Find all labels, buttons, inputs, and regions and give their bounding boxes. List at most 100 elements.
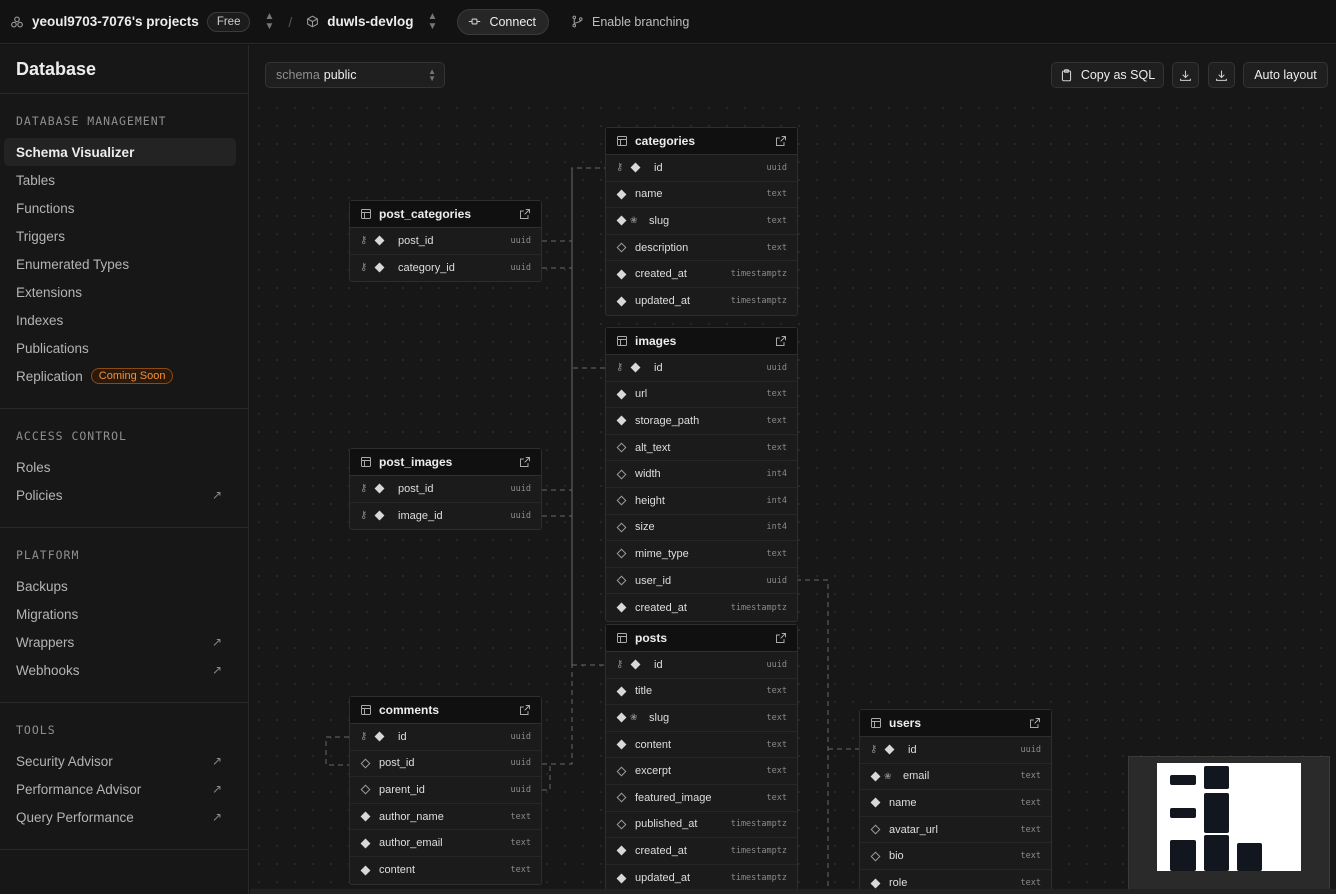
non-nullable-icon (630, 162, 641, 173)
non-nullable-icon (616, 269, 627, 280)
copy-as-sql-button[interactable]: Copy as SQL (1051, 62, 1164, 88)
open-table-icon[interactable] (519, 208, 531, 220)
open-table-icon[interactable] (775, 632, 787, 644)
table-column-row: ⚷ id uuid (860, 737, 1051, 764)
sidebar-item-replication[interactable]: Replication Coming Soon (4, 362, 236, 390)
table-column-row: name text (606, 182, 797, 209)
column-name: role (889, 877, 908, 890)
column-name: content (379, 864, 416, 877)
download-button[interactable] (1172, 62, 1199, 88)
table-node-users[interactable]: users ⚷ id uuid ❀ email text name text avatar_url… (859, 709, 1052, 894)
schema-canvas[interactable]: schema public ▲ ▼ Copy as SQL Auto layout… (250, 45, 1336, 894)
sidebar-item-label: Wrappers (16, 634, 75, 650)
open-table-icon[interactable] (519, 456, 531, 468)
sidebar-item-label: Publications (16, 340, 89, 356)
non-nullable-icon (616, 216, 627, 226)
download-image-button[interactable] (1208, 62, 1235, 88)
table-name: post_categories (379, 207, 472, 221)
sidebar-item-query-performance[interactable]: Query Performance ↗ (4, 803, 236, 831)
horizontal-scrollbar[interactable] (250, 889, 1336, 894)
column-name: image_id (398, 509, 443, 522)
table-header[interactable]: users (860, 710, 1051, 737)
table-name: comments (379, 703, 440, 717)
open-table-icon[interactable] (775, 335, 787, 347)
column-type: text (510, 865, 531, 876)
sidebar-section: TOOLS Security Advisor ↗ Performance Adviso… (0, 703, 248, 850)
column-type: uuid (766, 162, 787, 173)
plug-icon (469, 18, 481, 25)
sidebar-item-backups[interactable]: Backups (4, 572, 236, 600)
table-header[interactable]: post_images (350, 449, 541, 476)
table-node-categories[interactable]: categories ⚷ id uuid name text ❀ slug text descri… (605, 127, 798, 316)
schema-selector[interactable]: schema public ▲ ▼ (265, 62, 445, 88)
unique-icon: ❀ (884, 770, 892, 781)
table-name: users (889, 716, 922, 730)
nullable-icon (616, 575, 627, 586)
sidebar-item-enumerated-types[interactable]: Enumerated Types (4, 250, 236, 278)
schema-label: schema (276, 68, 320, 82)
column-type: int4 (766, 522, 787, 533)
non-nullable-icon (374, 510, 385, 521)
auto-layout-button[interactable]: Auto layout (1243, 62, 1328, 88)
table-node-post_categories[interactable]: post_categories ⚷ post_id uuid ⚷ category_id u… (349, 200, 542, 283)
non-nullable-icon (616, 602, 627, 613)
nullable-icon (616, 495, 627, 506)
sidebar-title: Database (0, 45, 248, 94)
table-header[interactable]: posts (606, 625, 797, 652)
sidebar-section: DATABASE MANAGEMENT Schema Visualizer Tabl… (0, 94, 248, 409)
sidebar-item-performance-advisor[interactable]: Performance Advisor ↗ (4, 775, 236, 803)
sidebar-item-wrappers[interactable]: Wrappers ↗ (4, 628, 236, 656)
organization-icon (11, 16, 23, 27)
table-column-row: created_at timestamptz (606, 594, 797, 621)
open-table-icon[interactable] (519, 704, 531, 716)
non-nullable-icon (870, 771, 881, 782)
open-table-icon[interactable] (1029, 717, 1041, 729)
sidebar-item-triggers[interactable]: Triggers (4, 222, 236, 250)
table-node-images[interactable]: images ⚷ id uuid url text storage_path text alt_… (605, 327, 798, 622)
sidebar-item-schema-visualizer[interactable]: Schema Visualizer (4, 138, 236, 166)
table-column-row: name text (860, 790, 1051, 817)
table-icon (616, 335, 628, 347)
sidebar-item-functions[interactable]: Functions (4, 194, 236, 222)
table-header[interactable]: post_categories (350, 201, 541, 228)
table-header[interactable]: comments (350, 697, 541, 724)
external-link-icon: ↗ (211, 635, 222, 649)
column-name: user_id (635, 574, 672, 587)
enable-branching-button[interactable]: Enable branching (571, 15, 689, 29)
minimap[interactable] (1128, 756, 1330, 891)
sidebar-section-heading: ACCESS CONTROL (16, 429, 127, 443)
sidebar-section-heading: PLATFORM (16, 548, 80, 562)
table-header[interactable]: categories (606, 128, 797, 155)
table-node-post_images[interactable]: post_images ⚷ post_id uuid ⚷ image_id uuid (349, 448, 542, 531)
sidebar-item-indexes[interactable]: Indexes (4, 306, 236, 334)
column-type: uuid (766, 362, 787, 373)
column-name: featured_image (635, 791, 712, 804)
sidebar-item-tables[interactable]: Tables (4, 166, 236, 194)
primary-key-icon: ⚷ (870, 744, 878, 756)
sidebar-item-migrations[interactable]: Migrations (4, 600, 236, 628)
sidebar-item-label: Tables (16, 172, 56, 188)
table-node-comments[interactable]: comments ⚷ id uuid post_id uuid parent_id uuid a… (349, 696, 542, 885)
sidebar-item-extensions[interactable]: Extensions (4, 278, 236, 306)
non-nullable-icon (374, 262, 385, 273)
connect-button[interactable]: Connect (457, 8, 549, 35)
auto-layout-label: Auto layout (1254, 68, 1317, 82)
sidebar-section: PLATFORM Backups Migrations Wrappers ↗ Webhoo… (0, 528, 248, 703)
table-header[interactable]: images (606, 328, 797, 355)
sidebar-item-label: Enumerated Types (16, 256, 130, 272)
table-node-posts[interactable]: posts ⚷ id uuid title text ❀ slug text content tex… (605, 624, 798, 893)
sidebar-item-webhooks[interactable]: Webhooks ↗ (4, 656, 236, 684)
org-name[interactable]: yeoul9703-7076's projects (32, 14, 199, 29)
column-type: uuid (510, 235, 531, 246)
sidebar-section-heading: DATABASE MANAGEMENT (16, 114, 167, 128)
sidebar-item-policies[interactable]: Policies ↗ (4, 481, 236, 509)
sidebar-item-roles[interactable]: Roles (4, 453, 236, 481)
open-table-icon[interactable] (775, 135, 787, 147)
org-switcher-chevron-icon[interactable]: ▲ ▼ (264, 11, 274, 32)
project-name[interactable]: duwls-devlog (327, 14, 413, 29)
project-switcher-chevron-icon[interactable]: ▲ ▼ (428, 11, 438, 32)
sidebar-item-publications[interactable]: Publications (4, 334, 236, 362)
table-column-row: published_at timestamptz (606, 812, 797, 839)
sidebar-item-security-advisor[interactable]: Security Advisor ↗ (4, 747, 236, 775)
non-nullable-icon (616, 739, 627, 750)
